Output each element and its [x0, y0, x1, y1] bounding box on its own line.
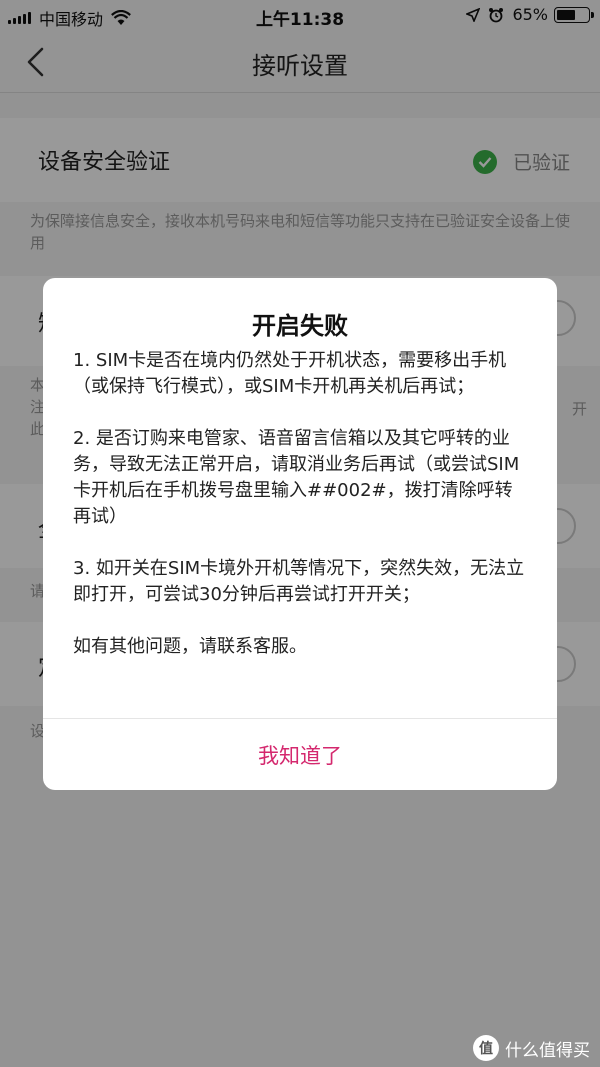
watermark: 值 什么值得买: [473, 1035, 590, 1061]
watermark-text: 什么值得买: [505, 1040, 590, 1061]
dialog-item: 如有其他问题，请联系客服。: [73, 636, 307, 657]
dialog-title: 开启失败: [252, 312, 348, 340]
dialog-body: 1. SIM卡是否在境内仍然处于开机状态，需要移出手机（或保持飞行模式），或SI…: [73, 348, 529, 686]
confirm-button[interactable]: 我知道了: [43, 719, 557, 790]
error-dialog: 开启失败 1. SIM卡是否在境内仍然处于开机状态，需要移出手机（或保持飞行模式…: [43, 278, 557, 790]
dialog-item: 3. 如开关在SIM卡境外开机等情况下，突然失效，无法立即打开，可尝试30分钟后…: [73, 558, 525, 605]
dialog-item: 2. 是否订购来电管家、语音留言信箱以及其它呼转的业务，导致无法正常开启，请取消…: [73, 428, 520, 527]
dialog-item: 1. SIM卡是否在境内仍然处于开机状态，需要移出手机（或保持飞行模式），或SI…: [73, 350, 507, 397]
watermark-logo: 值: [473, 1035, 499, 1061]
